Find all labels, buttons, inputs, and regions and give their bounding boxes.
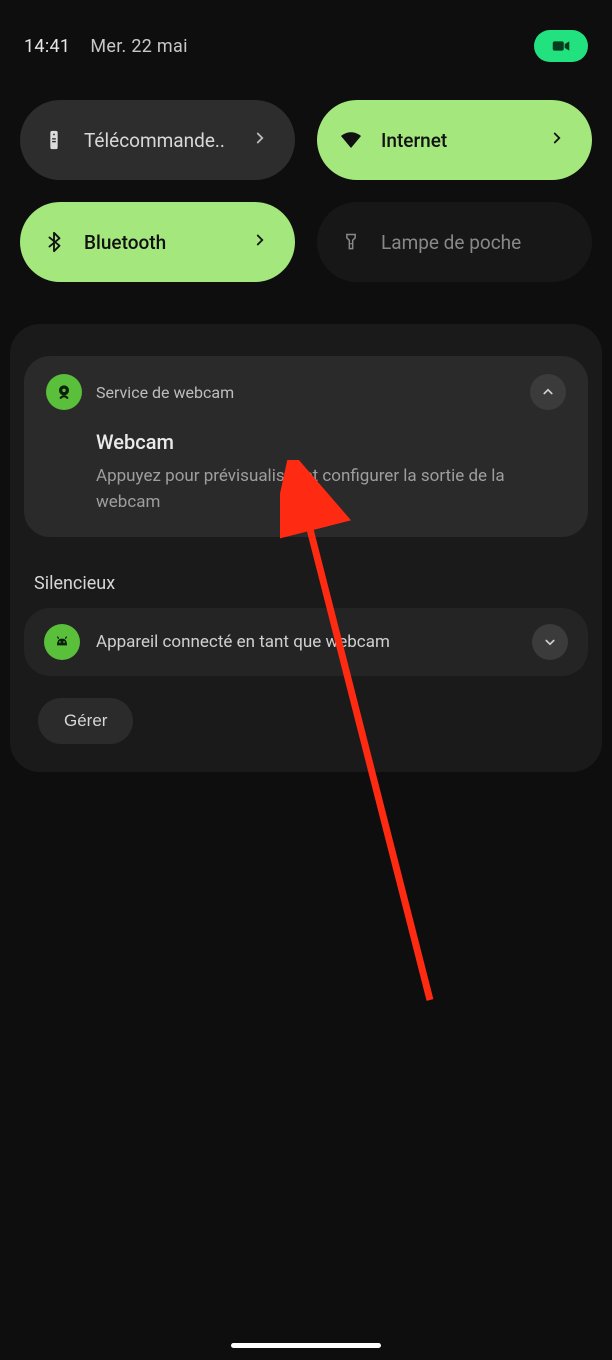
bluetooth-icon (42, 231, 66, 253)
notification-device-webcam[interactable]: Appareil connecté en tant que webcam (24, 608, 588, 676)
qs-bluetooth[interactable]: Bluetooth (20, 202, 295, 282)
android-app-icon (44, 624, 80, 660)
camera-active-badge[interactable] (534, 30, 588, 62)
status-time: 14:41 (24, 36, 70, 57)
remote-icon (42, 129, 66, 151)
gesture-bar[interactable] (231, 1343, 381, 1348)
status-date: Mer. 22 mai (90, 36, 187, 57)
quick-settings: Télécommande.. Internet Bluetooth Lampe … (0, 82, 612, 294)
notification-webcam[interactable]: Service de webcam Webcam Appuyez pour pr… (24, 356, 588, 537)
silent-section-label: Silencieux (34, 573, 602, 594)
chevron-up-icon (539, 383, 557, 401)
webcam-app-icon (46, 374, 82, 410)
manage-button[interactable]: Gérer (38, 698, 133, 744)
notification-body: Appuyez pour prévisualiser et configurer… (96, 464, 566, 515)
qs-remote-control[interactable]: Télécommande.. (20, 100, 295, 180)
qs-bluetooth-label: Bluetooth (84, 231, 233, 254)
notification-app-name: Service de webcam (96, 383, 516, 402)
chevron-right-icon (548, 129, 566, 152)
expand-button[interactable] (532, 624, 568, 660)
qs-internet[interactable]: Internet (317, 100, 592, 180)
chevron-right-icon (251, 231, 269, 254)
notification-title: Webcam (96, 430, 566, 454)
camera-icon (550, 35, 572, 57)
collapse-button[interactable] (530, 374, 566, 410)
chevron-right-icon (251, 129, 269, 152)
qs-flashlight-label: Lampe de poche (381, 231, 566, 254)
wifi-icon (339, 128, 363, 152)
flashlight-icon (339, 231, 363, 253)
notification-panel: Service de webcam Webcam Appuyez pour pr… (10, 324, 602, 772)
qs-flashlight[interactable]: Lampe de poche (317, 202, 592, 282)
notification-compact-text: Appareil connecté en tant que webcam (96, 632, 516, 652)
chevron-down-icon (541, 633, 559, 651)
qs-internet-label: Internet (381, 129, 530, 152)
qs-remote-label: Télécommande.. (84, 129, 233, 152)
status-bar: 14:41 Mer. 22 mai (0, 0, 612, 82)
